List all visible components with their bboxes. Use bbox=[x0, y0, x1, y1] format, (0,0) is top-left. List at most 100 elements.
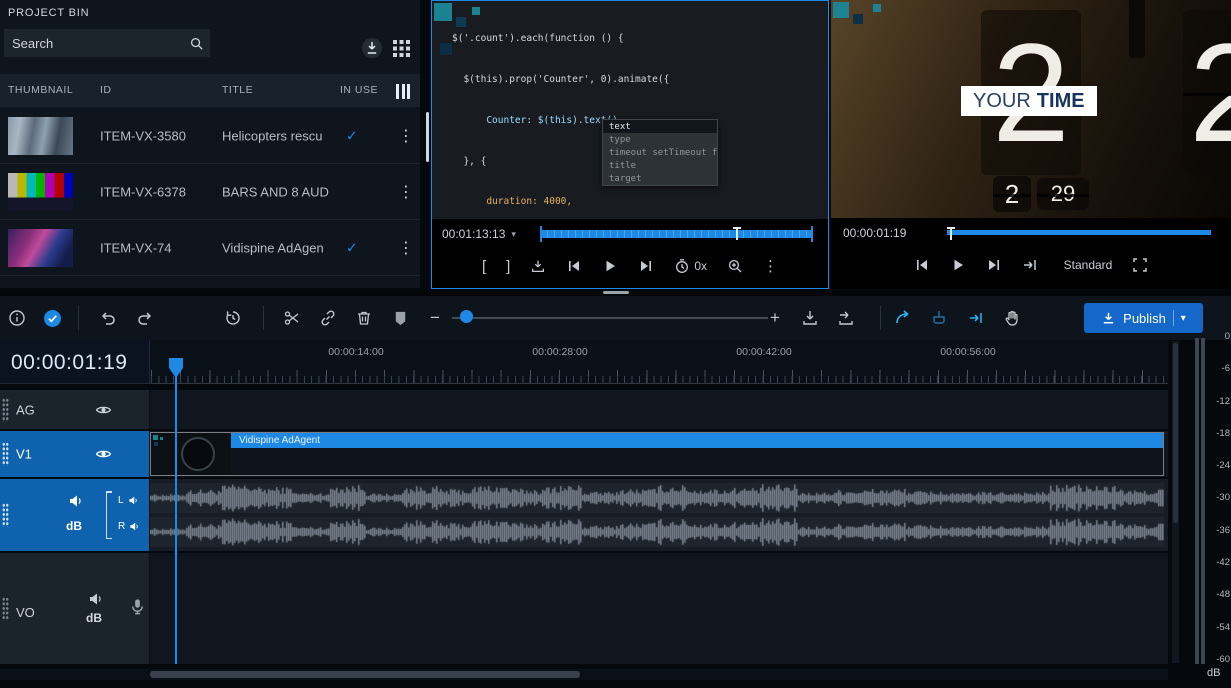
check-circle-icon[interactable] bbox=[40, 306, 64, 330]
in-point-pin[interactable] bbox=[540, 226, 542, 242]
track-header-v1[interactable]: V1 bbox=[0, 431, 150, 477]
source-scrubber[interactable] bbox=[540, 230, 812, 238]
hand-tool-icon[interactable] bbox=[1000, 306, 1024, 330]
arrow-to-bar-icon[interactable] bbox=[964, 306, 988, 330]
kebab-menu-icon[interactable]: ⋮ bbox=[398, 126, 414, 146]
kebab-menu-icon[interactable]: ⋮ bbox=[398, 182, 414, 202]
skip-next-icon[interactable] bbox=[986, 257, 1002, 273]
import-icon[interactable] bbox=[361, 37, 383, 59]
marker-icon[interactable] bbox=[388, 306, 412, 330]
drag-handle-icon[interactable] bbox=[2, 398, 9, 422]
razor-icon[interactable] bbox=[927, 306, 951, 330]
zoom-out-button[interactable]: − bbox=[423, 306, 447, 330]
video-clip[interactable]: Vidispine AdAgent bbox=[150, 432, 1164, 476]
program-scrubber[interactable] bbox=[947, 230, 1211, 235]
speaker-icon[interactable] bbox=[88, 591, 104, 607]
eye-icon[interactable] bbox=[95, 446, 112, 463]
undo-icon[interactable] bbox=[96, 306, 120, 330]
eye-icon[interactable] bbox=[95, 401, 112, 418]
track-content-v1[interactable]: Vidispine AdAgent bbox=[150, 431, 1168, 477]
clip-thumbnail bbox=[151, 433, 231, 475]
track-content-ag[interactable] bbox=[150, 390, 1168, 429]
item-title: Helicopters rescu bbox=[222, 128, 322, 143]
redo-icon[interactable] bbox=[133, 306, 157, 330]
bin-scrollbar[interactable] bbox=[426, 112, 429, 162]
bin-row[interactable]: ITEM-VX-74 Vidispine AdAgen ✓ ⋮ bbox=[0, 220, 420, 276]
kebab-menu-icon[interactable]: ⋮ bbox=[398, 238, 414, 258]
goto-end-icon[interactable] bbox=[1022, 257, 1038, 273]
bin-row[interactable]: ITEM-VX-6378 BARS AND 8 AUD ⋮ bbox=[0, 164, 420, 220]
play-icon[interactable] bbox=[602, 258, 618, 274]
track-content-a1[interactable] bbox=[150, 479, 1168, 551]
audio-waveform-right[interactable] bbox=[150, 517, 1164, 547]
thumbnail-helicopter[interactable] bbox=[8, 117, 73, 155]
scissors-icon[interactable] bbox=[280, 306, 304, 330]
column-id[interactable]: ID bbox=[100, 84, 112, 96]
skip-previous-icon[interactable] bbox=[566, 258, 582, 274]
fullscreen-icon[interactable] bbox=[1132, 257, 1148, 273]
unlink-icon[interactable] bbox=[316, 306, 340, 330]
timeline-horizontal-scrollbar[interactable] bbox=[0, 669, 1168, 680]
zoom-in-button[interactable]: + bbox=[763, 306, 787, 330]
splitter-handle[interactable] bbox=[603, 291, 629, 294]
quality-selector[interactable]: Standard bbox=[1064, 258, 1113, 272]
track-name: VO bbox=[16, 605, 35, 620]
skip-previous-icon[interactable] bbox=[914, 257, 930, 273]
db-button[interactable]: dB bbox=[86, 611, 102, 625]
play-icon[interactable] bbox=[950, 257, 966, 273]
microphone-icon[interactable] bbox=[128, 597, 147, 616]
bin-row[interactable]: ITEM-VX-3580 Helicopters rescu ✓ ⋮ bbox=[0, 108, 420, 164]
search-input[interactable] bbox=[12, 36, 189, 51]
timeline-vertical-scrollbar[interactable] bbox=[1172, 341, 1179, 663]
search-box bbox=[4, 29, 210, 57]
db-button[interactable]: dB bbox=[66, 519, 82, 533]
timeline-ruler[interactable]: 00:00:14:00 00:00:28:00 00:00:42:00 00:0… bbox=[150, 340, 1168, 384]
scrollbar-thumb[interactable] bbox=[1173, 343, 1178, 523]
overwrite-edit-icon[interactable] bbox=[834, 306, 858, 330]
audio-waveform-left[interactable] bbox=[150, 483, 1164, 513]
add-to-timeline-icon[interactable] bbox=[530, 258, 546, 274]
set-out-button[interactable]: ] bbox=[506, 258, 510, 275]
curved-arrow-icon[interactable] bbox=[891, 306, 915, 330]
playback-speed-control[interactable]: 0x bbox=[674, 258, 707, 274]
track-header-a1[interactable]: dB L R bbox=[0, 479, 150, 551]
source-timecode[interactable]: 00:01:13:13 bbox=[442, 227, 505, 241]
speaker-icon[interactable] bbox=[128, 495, 139, 506]
set-in-button[interactable]: [ bbox=[482, 258, 486, 275]
track-header-ag[interactable]: AG bbox=[0, 390, 150, 429]
track-content-vo[interactable] bbox=[150, 553, 1168, 664]
grid-view-icon[interactable] bbox=[393, 40, 410, 57]
column-title[interactable]: TITLE bbox=[222, 84, 253, 96]
insert-edit-icon[interactable] bbox=[798, 306, 822, 330]
zoom-slider-thumb[interactable] bbox=[460, 310, 473, 323]
column-in-use[interactable]: IN USE bbox=[340, 84, 378, 96]
zoom-icon[interactable] bbox=[727, 258, 743, 274]
track-header-vo[interactable]: VO dB bbox=[0, 553, 150, 664]
scrollbar-thumb[interactable] bbox=[150, 671, 580, 678]
chevron-down-icon[interactable]: ▾ bbox=[511, 229, 516, 240]
program-playhead-marker[interactable] bbox=[950, 227, 952, 240]
thumbnail-color-bars[interactable] bbox=[8, 173, 73, 211]
trash-icon[interactable] bbox=[352, 306, 376, 330]
flip-digit: 2 bbox=[1183, 10, 1231, 175]
drag-handle-icon[interactable] bbox=[2, 503, 9, 527]
history-icon[interactable] bbox=[221, 306, 245, 330]
thumbnail-city[interactable] bbox=[8, 229, 73, 267]
publish-button[interactable]: Publish ▾ bbox=[1084, 303, 1203, 333]
chevron-down-icon[interactable]: ▾ bbox=[1181, 313, 1186, 324]
zoom-slider-track[interactable] bbox=[452, 317, 768, 319]
channel-left-label: L bbox=[118, 495, 124, 506]
skip-next-icon[interactable] bbox=[638, 258, 654, 274]
out-point-pin[interactable] bbox=[811, 226, 813, 242]
source-playhead-marker[interactable] bbox=[736, 227, 738, 240]
panel-splitter[interactable] bbox=[0, 289, 1231, 296]
kebab-menu-icon[interactable]: ⋮ bbox=[763, 257, 778, 275]
info-icon[interactable] bbox=[5, 306, 29, 330]
drag-handle-icon[interactable] bbox=[2, 442, 9, 466]
speaker-icon[interactable] bbox=[68, 493, 84, 509]
playhead-line bbox=[175, 360, 177, 664]
columns-icon[interactable] bbox=[396, 84, 410, 99]
speaker-icon[interactable] bbox=[129, 521, 140, 532]
source-transport: [ ] 0x ⋮ bbox=[432, 248, 828, 284]
drag-handle-icon[interactable] bbox=[2, 597, 9, 621]
